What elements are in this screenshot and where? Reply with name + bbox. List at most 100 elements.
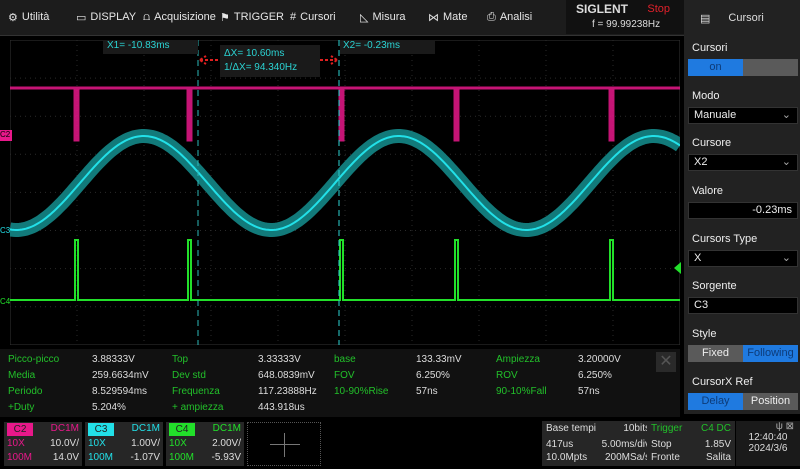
- bandwidth: 100M: [169, 452, 195, 463]
- c2-marker[interactable]: C2: [0, 130, 12, 141]
- offset: -5.93V: [211, 452, 241, 463]
- cursore-label: Cursore: [692, 137, 732, 149]
- measure-label: Picco-picco: [8, 354, 60, 365]
- ref-position[interactable]: Position: [743, 393, 798, 410]
- menu-label: Analisi: [499, 11, 533, 23]
- style-following[interactable]: Following: [743, 345, 798, 362]
- memory-depth: 10.0Mpts: [546, 452, 588, 463]
- style-label: Style: [692, 328, 717, 340]
- measure-value: 3.20000V: [578, 354, 621, 365]
- run-status[interactable]: Stop: [647, 3, 670, 15]
- channel-c4-info[interactable]: C4 DC1M 10X 2.00V/ 100M -5.93V: [166, 422, 244, 466]
- measurement-panel: Picco-picco 3.88333V Top 3.33333V base 133.33…: [0, 349, 680, 417]
- menu-display[interactable]: ▭ DISPLAY: [76, 0, 136, 34]
- trigger-type: Fronte: [651, 452, 680, 463]
- probe: 10X: [7, 438, 25, 449]
- menu-trigger[interactable]: ⚑ TRIGGER: [220, 0, 284, 34]
- usb-network-icon: ψ ⊠: [775, 421, 794, 432]
- vscale: 10.0V/: [50, 438, 79, 449]
- trigger-delay: 417us: [546, 439, 574, 450]
- measure-label: base: [334, 354, 356, 365]
- delta-x: ΔX= 10.60ms: [224, 48, 285, 59]
- clipboard-icon: ▤: [700, 12, 711, 25]
- measure-value: 133.33mV: [416, 354, 462, 365]
- timebase-panel[interactable]: Base tempi 10bits 417us 5.00ms/div 10.0M…: [542, 421, 654, 466]
- valore-input[interactable]: -0.23ms: [688, 202, 798, 219]
- type-value: X: [694, 252, 702, 264]
- trigger-state: Stop: [651, 439, 672, 450]
- cursor-x1-readout: X1= -10.83ms: [103, 40, 198, 54]
- cursore-select[interactable]: X2 ⌄: [688, 154, 798, 171]
- frequency-counter: f = 99.99238Hz: [592, 19, 661, 30]
- bandwidth: 100M: [7, 452, 33, 463]
- trigger-level: 1.85V: [704, 439, 731, 450]
- trigger-panel[interactable]: Trigger C4 DC Stop 1.85V Fronte Salita: [647, 421, 735, 466]
- cursor-panel: Cursori on Modo Manuale ⌄ Cursore X2 ⌄ Val…: [684, 36, 800, 414]
- trigger-level-marker[interactable]: [674, 262, 681, 274]
- menu-analisi[interactable]: ⎙ Analisi: [487, 0, 532, 34]
- measure-label: ROV: [496, 370, 518, 381]
- offset: 14.0V: [52, 452, 79, 463]
- cursor-x2-readout: X2= -0.23ms: [340, 40, 435, 54]
- measure-value: 443.918us: [258, 402, 305, 413]
- panel-title: Cursori: [728, 12, 764, 24]
- trigger-slope: Salita: [705, 452, 731, 463]
- ref-delay[interactable]: Delay: [688, 393, 743, 410]
- menu-label: TRIGGER: [233, 11, 284, 23]
- chevron-down-icon: ⌄: [781, 252, 791, 264]
- measure-value: 259.6634mV: [92, 370, 149, 381]
- cursor-delta-readout: ΔX= 10.60ms 1/ΔX= 94.340Hz: [220, 45, 320, 77]
- sorgente-select[interactable]: C3: [688, 297, 798, 314]
- modo-select[interactable]: Manuale ⌄: [688, 107, 798, 124]
- menu-acquisizione[interactable]: ⩍ Acquisizione: [143, 0, 216, 34]
- menu-label: Misura: [372, 11, 406, 23]
- cursori-label: Cursori: [692, 42, 728, 54]
- time-scale: 5.00ms/div: [601, 439, 650, 450]
- measure-label: + ampiezza: [172, 402, 224, 413]
- status-clock: ψ ⊠ 12:40:40 2024/3/6: [736, 421, 800, 466]
- analysis-icon: ⎙: [487, 10, 496, 23]
- cursori-on[interactable]: on: [688, 59, 743, 76]
- menu-cursori[interactable]: # Cursori: [290, 0, 336, 34]
- menu-label: DISPLAY: [90, 11, 137, 23]
- measure-value: 57ns: [416, 386, 438, 397]
- ref-label: CursorX Ref: [692, 376, 753, 388]
- waveform-display[interactable]: [10, 40, 680, 345]
- modo-value: Manuale: [694, 109, 737, 121]
- measure-label: FOV: [334, 370, 355, 381]
- close-icon[interactable]: ✕: [656, 352, 676, 372]
- channel-tag: C4: [169, 423, 195, 436]
- channel-c2-info[interactable]: C2 DC1M 10X 10.0V/ 100M 14.0V: [4, 422, 82, 466]
- inverse-delta-x: 1/ΔX= 94.340Hz: [224, 62, 298, 73]
- chevron-down-icon: ⌄: [781, 156, 791, 168]
- offset: -1.07V: [130, 452, 160, 463]
- measure-label: Ampiezza: [496, 354, 540, 365]
- add-channel-button[interactable]: [247, 422, 321, 466]
- style-fixed[interactable]: Fixed: [688, 345, 743, 362]
- probe: 10X: [169, 438, 187, 449]
- channel-tag: C3: [88, 423, 114, 436]
- measure-value: 5.204%: [92, 402, 126, 413]
- measure-value: 3.33333V: [258, 354, 301, 365]
- cursori-toggle[interactable]: on: [688, 59, 798, 76]
- measure-value: 3.88333V: [92, 354, 135, 365]
- acquire-icon: ⩍: [143, 10, 151, 23]
- trigger-label: Trigger: [651, 423, 683, 434]
- measure-label: Dev std: [172, 370, 206, 381]
- cursore-value: X2: [694, 156, 708, 168]
- cursor-grid-icon: #: [290, 11, 297, 23]
- ruler-icon: ◺: [360, 11, 369, 24]
- c3-marker[interactable]: C3: [0, 226, 12, 237]
- measure-label: Frequenza: [172, 386, 220, 397]
- menu-utilità[interactable]: ⚙ Utilità: [8, 0, 49, 34]
- type-select[interactable]: X ⌄: [688, 250, 798, 267]
- menu-mate[interactable]: ⋈ Mate: [428, 0, 467, 34]
- menu-label: Mate: [443, 11, 468, 23]
- sorgente-label: Sorgente: [692, 280, 737, 292]
- menu-misura[interactable]: ◺ Misura: [360, 0, 405, 34]
- c4-marker[interactable]: C4: [0, 297, 12, 308]
- channel-c3-info[interactable]: C3 DC1M 10X 1.00V/ 100M -1.07V: [85, 422, 163, 466]
- coupling: DC1M: [50, 423, 79, 434]
- trigger-source: C4 DC: [700, 423, 731, 434]
- measure-label: 10-90%Rise: [334, 386, 389, 397]
